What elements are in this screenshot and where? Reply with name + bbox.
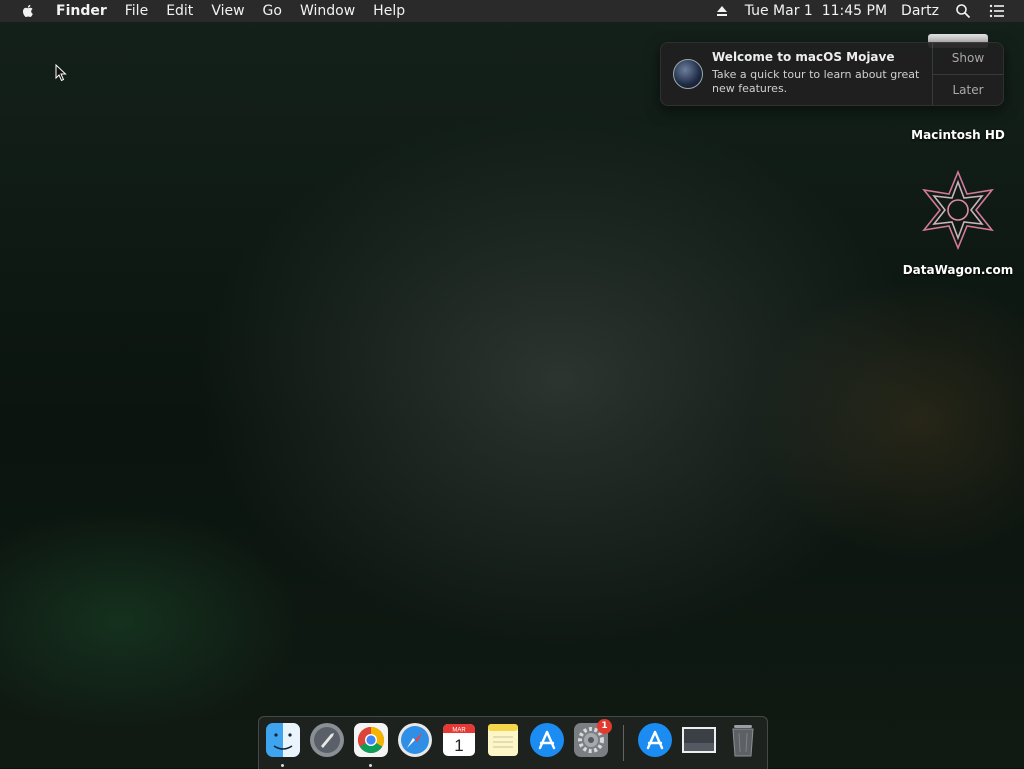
notification-center-icon[interactable]: [989, 3, 1005, 19]
dock-app-system-preferences[interactable]: 1: [573, 719, 612, 758]
menubar-user[interactable]: Dartz: [894, 0, 946, 22]
menu-go[interactable]: Go: [254, 0, 291, 22]
desktop-wallpaper: [0, 0, 1024, 768]
calendar-icon: MAR 1: [443, 724, 475, 756]
apple-icon[interactable]: [20, 3, 36, 19]
notification-banner[interactable]: Welcome to macOS Mojave Take a quick tou…: [660, 42, 1004, 106]
dock: MAR 1 1: [258, 716, 768, 769]
image-thumbnail-icon: [682, 727, 716, 753]
menu-bar: Finder File Edit View Go Window Help Tue…: [0, 0, 1024, 22]
notification-title: Welcome to macOS Mojave: [712, 50, 895, 64]
chrome-icon: [354, 723, 388, 757]
launchpad-icon: [310, 723, 344, 757]
menu-help[interactable]: Help: [364, 0, 414, 22]
eject-icon[interactable]: [716, 5, 728, 17]
notification-actions: Show Later: [932, 43, 1003, 105]
calendar-month: MAR: [452, 728, 466, 734]
menubar-clock[interactable]: Tue Mar 1 11:45 PM: [738, 0, 894, 22]
notification-badge: 1: [597, 719, 612, 734]
safari-icon: [398, 723, 432, 757]
menu-edit[interactable]: Edit: [157, 0, 202, 22]
notification-later-button[interactable]: Later: [933, 75, 1003, 106]
dock-separator: [623, 725, 624, 761]
app-store-icon: [530, 723, 564, 757]
desktop-icon-datawagon[interactable]: DataWagon.com: [900, 168, 1016, 277]
menu-app-finder[interactable]: Finder: [48, 0, 116, 22]
trash-icon: [732, 725, 754, 757]
desktop-icon-label: Macintosh HD: [911, 128, 1005, 142]
menu-window[interactable]: Window: [291, 0, 364, 22]
mojave-icon: [673, 59, 703, 89]
desktop-icon-label: DataWagon.com: [902, 263, 1014, 277]
mouse-cursor-icon: [55, 64, 67, 82]
dock-app-app-store[interactable]: [529, 722, 565, 758]
dock-app-app-store-download[interactable]: [637, 722, 673, 758]
dock-app-trash[interactable]: [725, 722, 761, 758]
datawagon-logo-icon: [922, 169, 994, 251]
notification-body: Take a quick tour to learn about great n…: [712, 68, 920, 95]
dock-app-launchpad[interactable]: [309, 722, 345, 758]
finder-icon: [266, 723, 300, 757]
dock-app-preview[interactable]: [681, 722, 717, 758]
notes-icon: [488, 724, 518, 756]
dock-app-finder[interactable]: [265, 722, 301, 767]
menu-file[interactable]: File: [116, 0, 157, 22]
calendar-day: 1: [454, 736, 463, 755]
dock-app-calendar[interactable]: MAR 1: [441, 722, 477, 758]
dock-app-notes[interactable]: [485, 722, 521, 758]
app-store-icon: [638, 723, 672, 757]
dock-app-chrome[interactable]: [353, 722, 389, 767]
menu-view[interactable]: View: [202, 0, 253, 22]
running-indicator: [369, 764, 372, 767]
running-indicator: [281, 764, 284, 767]
spotlight-icon[interactable]: [955, 3, 971, 19]
dock-app-safari[interactable]: [397, 722, 433, 758]
notification-show-button[interactable]: Show: [933, 43, 1003, 75]
